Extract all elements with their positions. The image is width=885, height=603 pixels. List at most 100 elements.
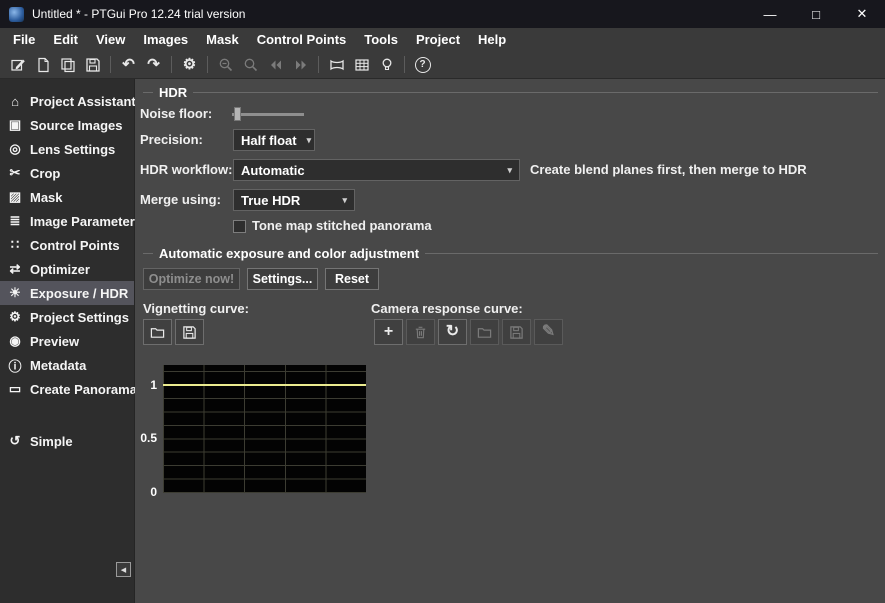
chevron-down-icon: ▾ bbox=[332, 195, 347, 206]
sidebar-item-mask[interactable]: ▨Mask bbox=[0, 185, 134, 209]
section-rule bbox=[193, 92, 878, 93]
merge-using-value: True HDR bbox=[241, 193, 300, 208]
toolbar-separator bbox=[171, 56, 172, 73]
ptgui-window: Untitled * - PTGui Pro 12.24 trial versi… bbox=[0, 0, 885, 603]
redo-button[interactable]: ↷ bbox=[141, 54, 166, 76]
menu-file[interactable]: File bbox=[4, 28, 44, 51]
edit-project-button[interactable] bbox=[5, 54, 30, 76]
sidebar-item-preview[interactable]: ◉Preview bbox=[0, 329, 134, 353]
sidebar-scroll-left-button[interactable]: ◀ bbox=[116, 562, 131, 577]
hdr-workflow-label: HDR workflow: bbox=[140, 159, 232, 181]
menu-mask[interactable]: Mask bbox=[197, 28, 248, 51]
sidebar-item-control-points[interactable]: ∷ Control Points bbox=[0, 233, 134, 257]
camera-curve-load-button[interactable] bbox=[470, 319, 499, 345]
menu-images[interactable]: Images bbox=[134, 28, 197, 51]
source-images-icon: ▣ bbox=[7, 117, 23, 133]
sidebar-item-label: Exposure / HDR bbox=[30, 286, 128, 301]
sidebar-item-create-panorama[interactable]: ▭Create Panorama bbox=[0, 377, 134, 401]
previous-image-icon bbox=[268, 57, 284, 73]
hdr-section-header: HDR bbox=[143, 84, 878, 100]
camera-curve-delete-button[interactable] bbox=[406, 319, 435, 345]
reset-button[interactable]: Reset bbox=[325, 268, 379, 290]
settings-gear-button[interactable]: ⚙ bbox=[177, 54, 202, 76]
sidebar-item-source-images[interactable]: ▣ Source Images bbox=[0, 113, 134, 137]
sidebar-simple-section: ↺Simple bbox=[0, 429, 134, 453]
sidebar-item-label: Source Images bbox=[30, 118, 123, 133]
exposure-hdr-icon: ☀ bbox=[7, 285, 23, 301]
sidebar-item-project-assistant[interactable]: ⌂Project Assistant bbox=[0, 89, 134, 113]
noise-floor-slider-handle[interactable] bbox=[234, 107, 241, 121]
hdr-workflow-dropdown[interactable]: Automatic ▾ bbox=[233, 159, 520, 181]
settings-button[interactable]: Settings... bbox=[247, 268, 318, 290]
menu-help[interactable]: Help bbox=[469, 28, 515, 51]
project-settings-icon: ⚙ bbox=[7, 309, 23, 325]
help-icon: ? bbox=[415, 57, 431, 73]
camera-curve-reset-button[interactable]: ↻ bbox=[438, 319, 467, 345]
noise-floor-slider[interactable] bbox=[232, 113, 304, 116]
camera-curve-delete-icon bbox=[413, 325, 428, 340]
detail-viewer-button[interactable] bbox=[349, 54, 374, 76]
copy-project-button[interactable] bbox=[55, 54, 80, 76]
panorama-editor-button[interactable] bbox=[324, 54, 349, 76]
sidebar-item-optimizer[interactable]: ⇄Optimizer bbox=[0, 257, 134, 281]
menu-tools[interactable]: Tools bbox=[355, 28, 407, 51]
sidebar-item-image-parameters[interactable]: ≣Image Parameters bbox=[0, 209, 134, 233]
vignetting-save-button[interactable] bbox=[175, 319, 204, 345]
vignetting-load-button[interactable] bbox=[143, 319, 172, 345]
zoom-icon bbox=[243, 57, 259, 73]
save-project-icon bbox=[85, 57, 101, 73]
sidebar: ⌂Project Assistant ▣ Source Images ◎Lens Se… bbox=[0, 79, 135, 603]
sidebar-item-project-settings[interactable]: ⚙Project Settings bbox=[0, 305, 134, 329]
vignetting-toolbar bbox=[143, 319, 204, 345]
section-rule bbox=[143, 253, 153, 254]
vignetting-save-icon bbox=[182, 325, 197, 340]
maximize-button[interactable]: □ bbox=[793, 0, 839, 28]
sidebar-item-label: Image Parameters bbox=[30, 214, 142, 229]
sidebar-item-label: Preview bbox=[30, 334, 79, 349]
window-title: Untitled * - PTGui Pro 12.24 trial versi… bbox=[32, 7, 245, 21]
next-image-button[interactable] bbox=[288, 54, 313, 76]
menu-control-points[interactable]: Control Points bbox=[248, 28, 356, 51]
control-points-icon: ∷ bbox=[7, 237, 23, 253]
vignetting-curve-label: Vignetting curve: bbox=[143, 298, 249, 320]
toolbar: ↶ ↷ ⚙? bbox=[0, 51, 885, 79]
close-button[interactable]: ✕ bbox=[839, 0, 885, 28]
sidebar-item-crop[interactable]: ✂Crop bbox=[0, 161, 134, 185]
chevron-down-icon: ▾ bbox=[297, 135, 312, 146]
menu-edit[interactable]: Edit bbox=[44, 28, 87, 51]
sidebar-item-lens-settings[interactable]: ◎Lens Settings bbox=[0, 137, 134, 161]
zoom-out-button[interactable] bbox=[213, 54, 238, 76]
noise-floor-label: Noise floor: bbox=[140, 103, 212, 125]
tone-map-checkbox[interactable] bbox=[233, 220, 246, 233]
previous-image-button[interactable] bbox=[263, 54, 288, 76]
minimize-button[interactable]: — bbox=[747, 0, 793, 28]
save-project-button[interactable] bbox=[80, 54, 105, 76]
optimize-now-button[interactable]: Optimize now! bbox=[143, 268, 240, 290]
camera-curve-edit-icon: ✎ bbox=[542, 324, 555, 340]
camera-curve-edit-button[interactable]: ✎ bbox=[534, 319, 563, 345]
sidebar-item-label: Mask bbox=[30, 190, 63, 205]
help-button[interactable]: ? bbox=[410, 54, 435, 76]
sidebar-item-label: Control Points bbox=[30, 238, 120, 253]
camera-curve-save-button[interactable] bbox=[502, 319, 531, 345]
sidebar-item-label: Metadata bbox=[30, 358, 86, 373]
camera-curve-add-icon: + bbox=[384, 324, 393, 340]
merge-using-dropdown[interactable]: True HDR ▾ bbox=[233, 189, 355, 211]
new-document-button[interactable] bbox=[30, 54, 55, 76]
menu-view[interactable]: View bbox=[87, 28, 134, 51]
precision-dropdown[interactable]: Half float ▾ bbox=[233, 129, 315, 151]
sidebar-item-exposure-hdr[interactable]: ☀ Exposure / HDR bbox=[0, 281, 134, 305]
sidebar-item-metadata[interactable]: ⓘMetadata bbox=[0, 353, 134, 377]
y-tick-1: 1 bbox=[135, 379, 157, 391]
undo-button[interactable]: ↶ bbox=[116, 54, 141, 76]
chevron-down-icon: ▾ bbox=[497, 165, 512, 176]
sidebar-item-label: Project Assistant bbox=[30, 94, 136, 109]
zoom-button[interactable] bbox=[238, 54, 263, 76]
redo-icon: ↷ bbox=[147, 57, 160, 72]
sidebar-item-simple[interactable]: ↺Simple bbox=[0, 429, 134, 453]
edit-project-icon bbox=[10, 57, 26, 73]
sidebar-item-label: Simple bbox=[30, 434, 73, 449]
preview-lamp-button[interactable] bbox=[374, 54, 399, 76]
menu-project[interactable]: Project bbox=[407, 28, 469, 51]
camera-curve-add-button[interactable]: + bbox=[374, 319, 403, 345]
